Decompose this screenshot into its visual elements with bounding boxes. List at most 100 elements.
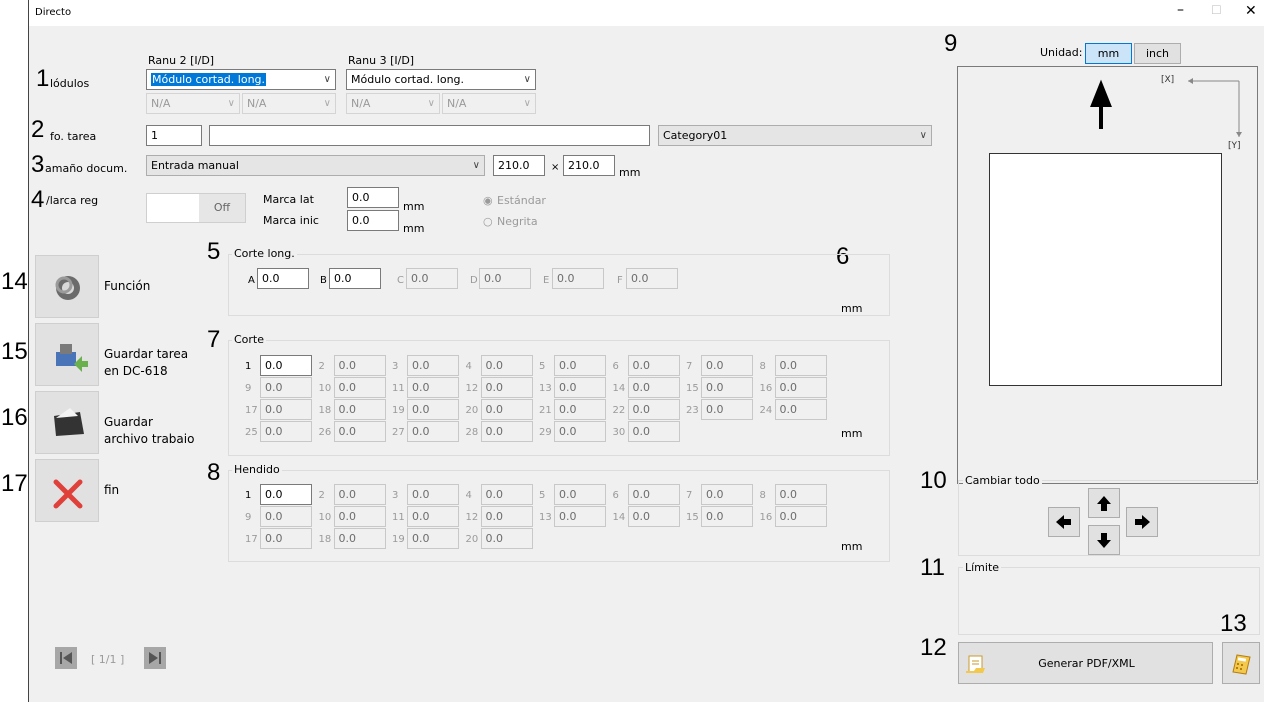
mark-lat-input[interactable]: 0.0 <box>347 187 399 208</box>
slitter-input-e[interactable]: 0.0 <box>552 268 604 289</box>
shift-right-button[interactable] <box>1126 507 1158 537</box>
ranu2-left-select[interactable]: N/A ∨ <box>146 93 240 114</box>
radio-bold-icon[interactable]: ○ <box>483 215 493 228</box>
slitter-input-f[interactable]: 0.0 <box>626 268 678 289</box>
last-page-button[interactable] <box>144 647 166 669</box>
cut-input-1[interactable]: 0.0 <box>260 355 312 376</box>
mark-inic-input[interactable]: 0.0 <box>347 210 399 231</box>
mark-lat-unit: mm <box>403 200 425 213</box>
cut-input-3[interactable]: 0.0 <box>407 355 459 376</box>
minimize-button[interactable]: – <box>1177 2 1184 18</box>
crease-input-14[interactable]: 0.0 <box>627 506 680 527</box>
function-button[interactable] <box>35 255 99 318</box>
crease-input-5[interactable]: 0.0 <box>554 484 606 505</box>
save-to-dc-button[interactable] <box>35 323 99 386</box>
crease-input-4[interactable]: 0.0 <box>480 484 533 505</box>
chevron-down-icon: ∨ <box>427 98 435 109</box>
shift-down-button[interactable] <box>1088 525 1120 555</box>
radio-standard-icon[interactable]: ◉ <box>483 194 493 207</box>
crease-input-11[interactable]: 0.0 <box>407 506 459 527</box>
category-select[interactable]: Category01 ∨ <box>658 125 932 146</box>
maximize-button[interactable]: ☐ <box>1211 3 1222 17</box>
crease-input-8[interactable]: 0.0 <box>774 484 827 505</box>
crease-input-12[interactable]: 0.0 <box>480 506 533 527</box>
callout-15: 15 <box>1 338 28 365</box>
cut-input-25[interactable]: 0.0 <box>260 421 312 442</box>
cut-input-7[interactable]: 0.0 <box>701 355 753 376</box>
cut-input-18[interactable]: 0.0 <box>333 399 386 420</box>
cut-input-28[interactable]: 0.0 <box>480 421 533 442</box>
crease-input-13[interactable]: 0.0 <box>554 506 606 527</box>
reg-mark-toggle[interactable]: Off <box>146 193 246 223</box>
cut-input-8[interactable]: 0.0 <box>774 355 827 376</box>
crease-input-20[interactable]: 0.0 <box>480 528 533 549</box>
doc-height-input[interactable]: 210.0 <box>563 155 615 176</box>
cut-input-26[interactable]: 0.0 <box>333 421 386 442</box>
cut-input-21[interactable]: 0.0 <box>554 399 606 420</box>
crease-input-1[interactable]: 0.0 <box>260 484 312 505</box>
save-file-button[interactable] <box>35 391 99 454</box>
cut-input-16[interactable]: 0.0 <box>774 377 827 398</box>
cut-input-12[interactable]: 0.0 <box>480 377 533 398</box>
crease-index-11: 11 <box>392 512 405 523</box>
crease-input-2[interactable]: 0.0 <box>333 484 386 505</box>
crease-input-15[interactable]: 0.0 <box>701 506 753 527</box>
first-page-button[interactable] <box>55 647 77 669</box>
cut-input-17[interactable]: 0.0 <box>260 399 312 420</box>
slitter-input-b[interactable]: 0.0 <box>329 268 381 289</box>
ranu2-right-select[interactable]: N/A ∨ <box>242 93 336 114</box>
chevron-down-icon: ∨ <box>323 74 331 85</box>
cut-input-22[interactable]: 0.0 <box>627 399 680 420</box>
cut-input-2[interactable]: 0.0 <box>333 355 386 376</box>
slitter-input-d[interactable]: 0.0 <box>479 268 531 289</box>
unit-mm-button[interactable]: mm <box>1085 43 1132 64</box>
slitter-input-a[interactable]: 0.0 <box>257 268 309 289</box>
cut-input-20[interactable]: 0.0 <box>480 399 533 420</box>
job-name-input[interactable] <box>209 125 650 146</box>
cut-input-9[interactable]: 0.0 <box>260 377 312 398</box>
close-button[interactable]: ✕ <box>1245 3 1257 19</box>
cut-input-10[interactable]: 0.0 <box>333 377 386 398</box>
ranu3-module-select[interactable]: Módulo cortad. long. ∨ <box>346 69 536 90</box>
shift-up-button[interactable] <box>1088 488 1120 518</box>
generate-pdf-xml-button[interactable]: Generar PDF/XML <box>958 642 1213 684</box>
cut-input-29[interactable]: 0.0 <box>554 421 606 442</box>
crease-index-12: 12 <box>465 512 479 523</box>
cut-input-15[interactable]: 0.0 <box>701 377 753 398</box>
cut-input-6[interactable]: 0.0 <box>627 355 680 376</box>
ranu3-right-select[interactable]: N/A ∨ <box>442 93 536 114</box>
crease-input-3[interactable]: 0.0 <box>407 484 459 505</box>
calculator-button[interactable] <box>1222 642 1260 684</box>
cut-input-19[interactable]: 0.0 <box>407 399 459 420</box>
end-button[interactable] <box>35 459 99 522</box>
cut-input-30[interactable]: 0.0 <box>627 421 680 442</box>
crease-input-9[interactable]: 0.0 <box>260 506 312 527</box>
cut-input-13[interactable]: 0.0 <box>554 377 606 398</box>
crease-input-7[interactable]: 0.0 <box>701 484 753 505</box>
crease-input-10[interactable]: 0.0 <box>333 506 386 527</box>
slitter-key-f: F <box>617 275 623 286</box>
slitter-input-c[interactable]: 0.0 <box>406 268 458 289</box>
callout-1: 1 <box>36 65 50 92</box>
cut-input-5[interactable]: 0.0 <box>554 355 606 376</box>
cut-input-11[interactable]: 0.0 <box>407 377 459 398</box>
ranu3-left-select[interactable]: N/A ∨ <box>346 93 440 114</box>
ranu2-module-select[interactable]: Módulo cortad. long. ∨ <box>146 69 336 90</box>
chevron-down-icon: ∨ <box>323 98 331 109</box>
crease-input-6[interactable]: 0.0 <box>627 484 680 505</box>
cut-input-4[interactable]: 0.0 <box>480 355 533 376</box>
crease-input-19[interactable]: 0.0 <box>407 528 459 549</box>
cut-input-14[interactable]: 0.0 <box>627 377 680 398</box>
doc-size-select[interactable]: Entrada manual ∨ <box>146 155 485 176</box>
cut-input-24[interactable]: 0.0 <box>774 399 827 420</box>
shift-left-button[interactable] <box>1048 507 1080 537</box>
crease-input-17[interactable]: 0.0 <box>260 528 312 549</box>
job-number-input[interactable]: 1 <box>146 125 202 146</box>
crease-input-16[interactable]: 0.0 <box>774 506 827 527</box>
cut-input-23[interactable]: 0.0 <box>701 399 753 420</box>
crease-input-18[interactable]: 0.0 <box>333 528 386 549</box>
cut-input-27[interactable]: 0.0 <box>407 421 459 442</box>
unit-inch-button[interactable]: inch <box>1134 43 1181 64</box>
cut-index-17: 17 <box>245 405 258 416</box>
doc-width-input[interactable]: 210.0 <box>493 155 545 176</box>
